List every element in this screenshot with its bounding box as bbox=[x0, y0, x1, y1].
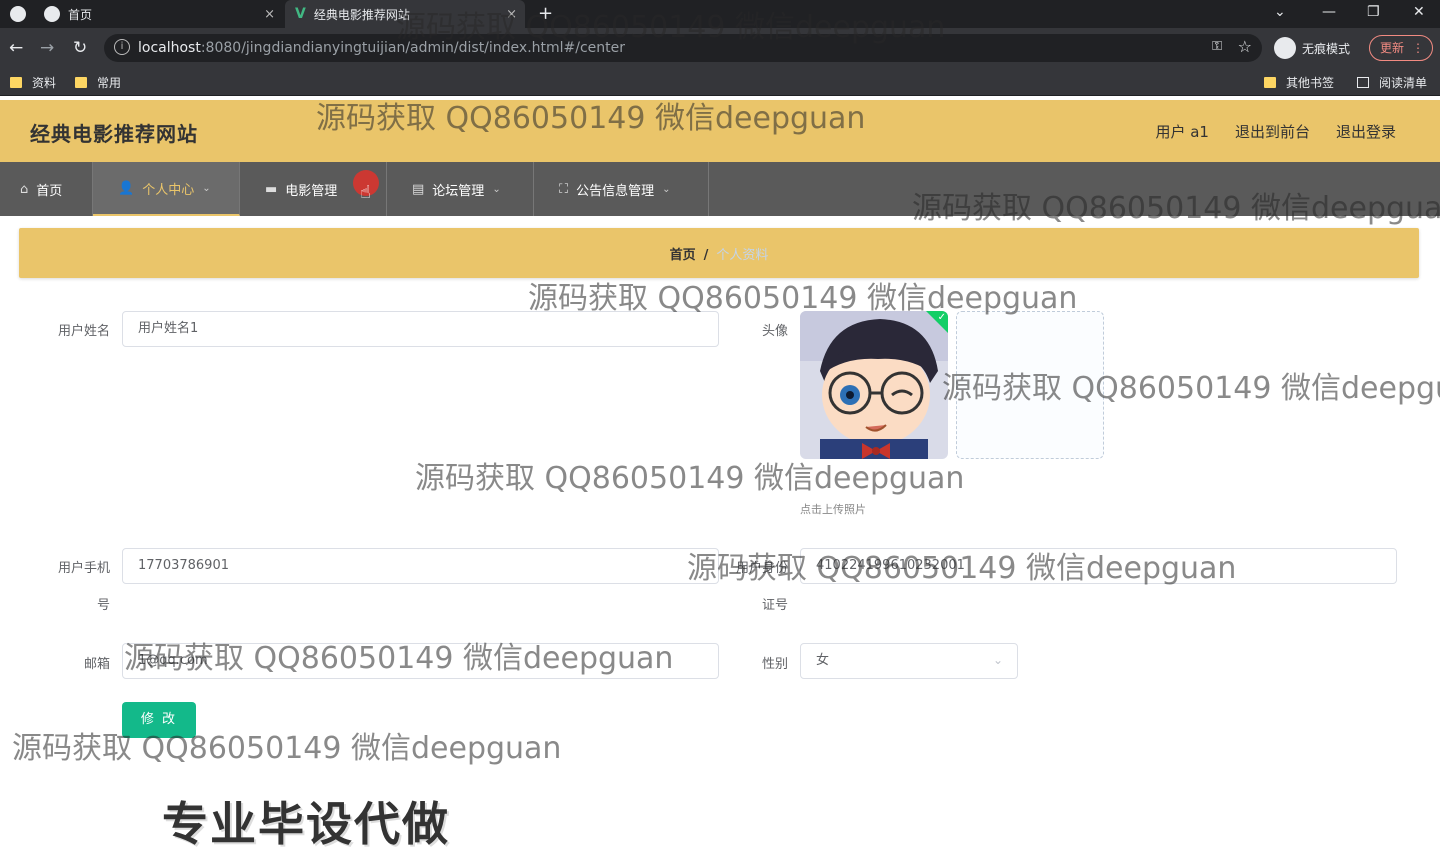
avatar-label: 头像 bbox=[761, 324, 788, 339]
nav-item-personal-center[interactable]: 👤 个人中心 ⌄ bbox=[93, 162, 240, 216]
main-nav: ⌂ 首页 👤 个人中心 ⌄ ▬ 电影管理 ▤ 论坛管理 ⌄ ⛶ 公告信息管理 ⌄ bbox=[0, 162, 1440, 216]
nav-label: 电影管理 bbox=[285, 183, 338, 199]
reading-list[interactable]: 阅读清单 bbox=[1357, 74, 1427, 91]
avatar-image bbox=[800, 311, 948, 459]
site-header: 经典电影推荐网站 用户 a1 退出到前台 退出登录 bbox=[0, 100, 1440, 162]
chevron-down-icon: ⌄ bbox=[662, 183, 671, 195]
globe-icon bbox=[44, 6, 60, 22]
user-icon: 👤 bbox=[118, 180, 135, 196]
document-icon: ▤ bbox=[412, 181, 425, 197]
check-icon: ✓ bbox=[937, 312, 946, 323]
phone-label-line2: 号 bbox=[96, 598, 110, 613]
bookmark-folder[interactable]: 常用 bbox=[75, 74, 121, 91]
close-icon[interactable]: × bbox=[264, 7, 275, 22]
nav-item-forum-management[interactable]: ▤ 论坛管理 ⌄ bbox=[387, 162, 534, 216]
site-title: 经典电影推荐网站 bbox=[30, 122, 198, 146]
username-field[interactable]: 用户姓名1 bbox=[122, 311, 719, 347]
browser-tab-home[interactable]: 首页 × bbox=[0, 0, 283, 28]
tab-search-icon[interactable]: ⌄ bbox=[1274, 4, 1286, 20]
bookmark-label: 常用 bbox=[97, 76, 122, 90]
breadcrumb-current: 个人资料 bbox=[716, 248, 769, 263]
nav-item-home[interactable]: ⌂ 首页 bbox=[0, 162, 93, 216]
url-input[interactable]: i localhost:8080/jingdiandianyingtuijian… bbox=[104, 34, 1262, 62]
back-icon[interactable]: ← bbox=[9, 38, 23, 58]
bookmark-label: 资料 bbox=[32, 76, 57, 90]
restore-icon[interactable]: ❐ bbox=[1367, 4, 1380, 20]
close-icon[interactable]: × bbox=[506, 7, 517, 22]
gender-label: 性别 bbox=[761, 657, 788, 672]
info-icon[interactable]: i bbox=[114, 39, 130, 55]
breadcrumb: 首页 / 个人资料 bbox=[19, 244, 1419, 263]
idcard-label-line1: 用户身份 bbox=[735, 561, 788, 576]
upload-tip: 点击上传照片 bbox=[800, 503, 866, 516]
bookmark-folder[interactable]: 其他书签 bbox=[1264, 74, 1334, 91]
reload-icon[interactable]: ↻ bbox=[73, 38, 87, 58]
chevron-down-icon: ⌄ bbox=[492, 183, 501, 195]
bookmark-label: 其他书签 bbox=[1286, 76, 1335, 90]
gender-select[interactable]: 女 bbox=[800, 643, 1018, 679]
browser-tab-bar: 首页 × V 经典电影推荐网站 × + ⌄ — ❐ ✕ bbox=[0, 0, 1440, 28]
nav-label: 个人中心 bbox=[142, 182, 195, 198]
idcard-label-line2: 证号 bbox=[761, 598, 788, 613]
avatar[interactable]: ✓ bbox=[800, 311, 948, 459]
url-host: localhost bbox=[138, 40, 201, 56]
phone-field[interactable]: 17703786901 bbox=[122, 548, 719, 584]
nav-item-announcement-management[interactable]: ⛶ 公告信息管理 ⌄ bbox=[534, 162, 709, 216]
chevron-down-icon: ⌄ bbox=[993, 653, 1004, 667]
breadcrumb-bar: 首页 / 个人资料 bbox=[19, 228, 1419, 278]
email-label: 邮箱 bbox=[83, 657, 110, 672]
film-icon: ▬ bbox=[265, 181, 278, 197]
folder-icon bbox=[1264, 77, 1276, 88]
email-field[interactable]: 1@qq.com bbox=[122, 643, 719, 679]
fullscreen-icon: ⛶ bbox=[559, 181, 569, 197]
globe-icon bbox=[10, 6, 26, 22]
home-icon: ⌂ bbox=[20, 181, 29, 197]
phone-label-line1: 用户手机 bbox=[57, 561, 110, 576]
key-icon[interactable]: ⚿ bbox=[1212, 39, 1222, 54]
nav-label: 论坛管理 bbox=[432, 183, 485, 199]
update-label: 更新 bbox=[1380, 41, 1405, 55]
url-text: localhost:8080/jingdiandianyingtuijian/a… bbox=[138, 40, 625, 56]
url-path: :8080/jingdiandianyingtuijian/admin/dist… bbox=[200, 40, 626, 56]
back-to-front-link[interactable]: 退出到前台 bbox=[1235, 121, 1310, 142]
window-close-icon[interactable]: ✕ bbox=[1413, 4, 1425, 20]
address-bar: ← → ↻ i localhost:8080/jingdiandianyingt… bbox=[0, 28, 1440, 68]
breadcrumb-separator: / bbox=[703, 248, 709, 263]
profile-form bbox=[19, 288, 1419, 782]
nav-label: 首页 bbox=[36, 183, 63, 199]
breadcrumb-home[interactable]: 首页 bbox=[670, 248, 696, 263]
vue-logo-icon: V bbox=[295, 6, 306, 22]
username-label: 用户姓名 bbox=[57, 324, 110, 339]
current-user-label: 用户 a1 bbox=[1155, 123, 1209, 141]
logout-link[interactable]: 退出登录 bbox=[1336, 121, 1396, 142]
update-button[interactable]: 更新 ⋮ bbox=[1369, 35, 1433, 61]
bookmark-label: 阅读清单 bbox=[1379, 76, 1428, 90]
browser-tab-active[interactable]: V 经典电影推荐网站 × bbox=[285, 0, 525, 28]
chevron-down-icon: ⌄ bbox=[202, 182, 211, 194]
more-icon: ⋮ bbox=[1412, 41, 1424, 55]
bookmarks-bar: 资料 常用 其他书签 阅读清单 bbox=[0, 68, 1440, 96]
new-tab-button[interactable]: + bbox=[538, 3, 553, 24]
bookmark-folder[interactable]: 资料 bbox=[10, 74, 56, 91]
header-links: 用户 a1 退出到前台 退出登录 bbox=[1155, 121, 1396, 142]
folder-icon bbox=[10, 77, 22, 88]
tab-label: 首页 bbox=[68, 7, 93, 22]
nav-label: 公告信息管理 bbox=[576, 183, 655, 199]
forward-icon[interactable]: → bbox=[40, 38, 54, 58]
incognito-label: 无痕模式 bbox=[1302, 41, 1351, 56]
submit-button[interactable]: 修 改 bbox=[122, 702, 196, 738]
minimize-icon[interactable]: — bbox=[1322, 4, 1336, 20]
upload-success-badge: ✓ bbox=[926, 311, 948, 333]
idcard-field[interactable]: 410224199610232001 bbox=[800, 548, 1397, 584]
reading-list-icon bbox=[1357, 77, 1369, 88]
tab-label: 经典电影推荐网站 bbox=[313, 7, 410, 22]
hand-cursor-icon: ☝ bbox=[360, 182, 371, 203]
star-icon[interactable]: ☆ bbox=[1238, 37, 1252, 56]
incognito-icon bbox=[1274, 37, 1296, 59]
folder-icon bbox=[75, 77, 87, 88]
incognito-indicator[interactable]: 无痕模式 bbox=[1274, 37, 1350, 59]
avatar-upload-area[interactable] bbox=[956, 311, 1104, 459]
footer-caption: 专业毕设代做 bbox=[162, 797, 450, 851]
